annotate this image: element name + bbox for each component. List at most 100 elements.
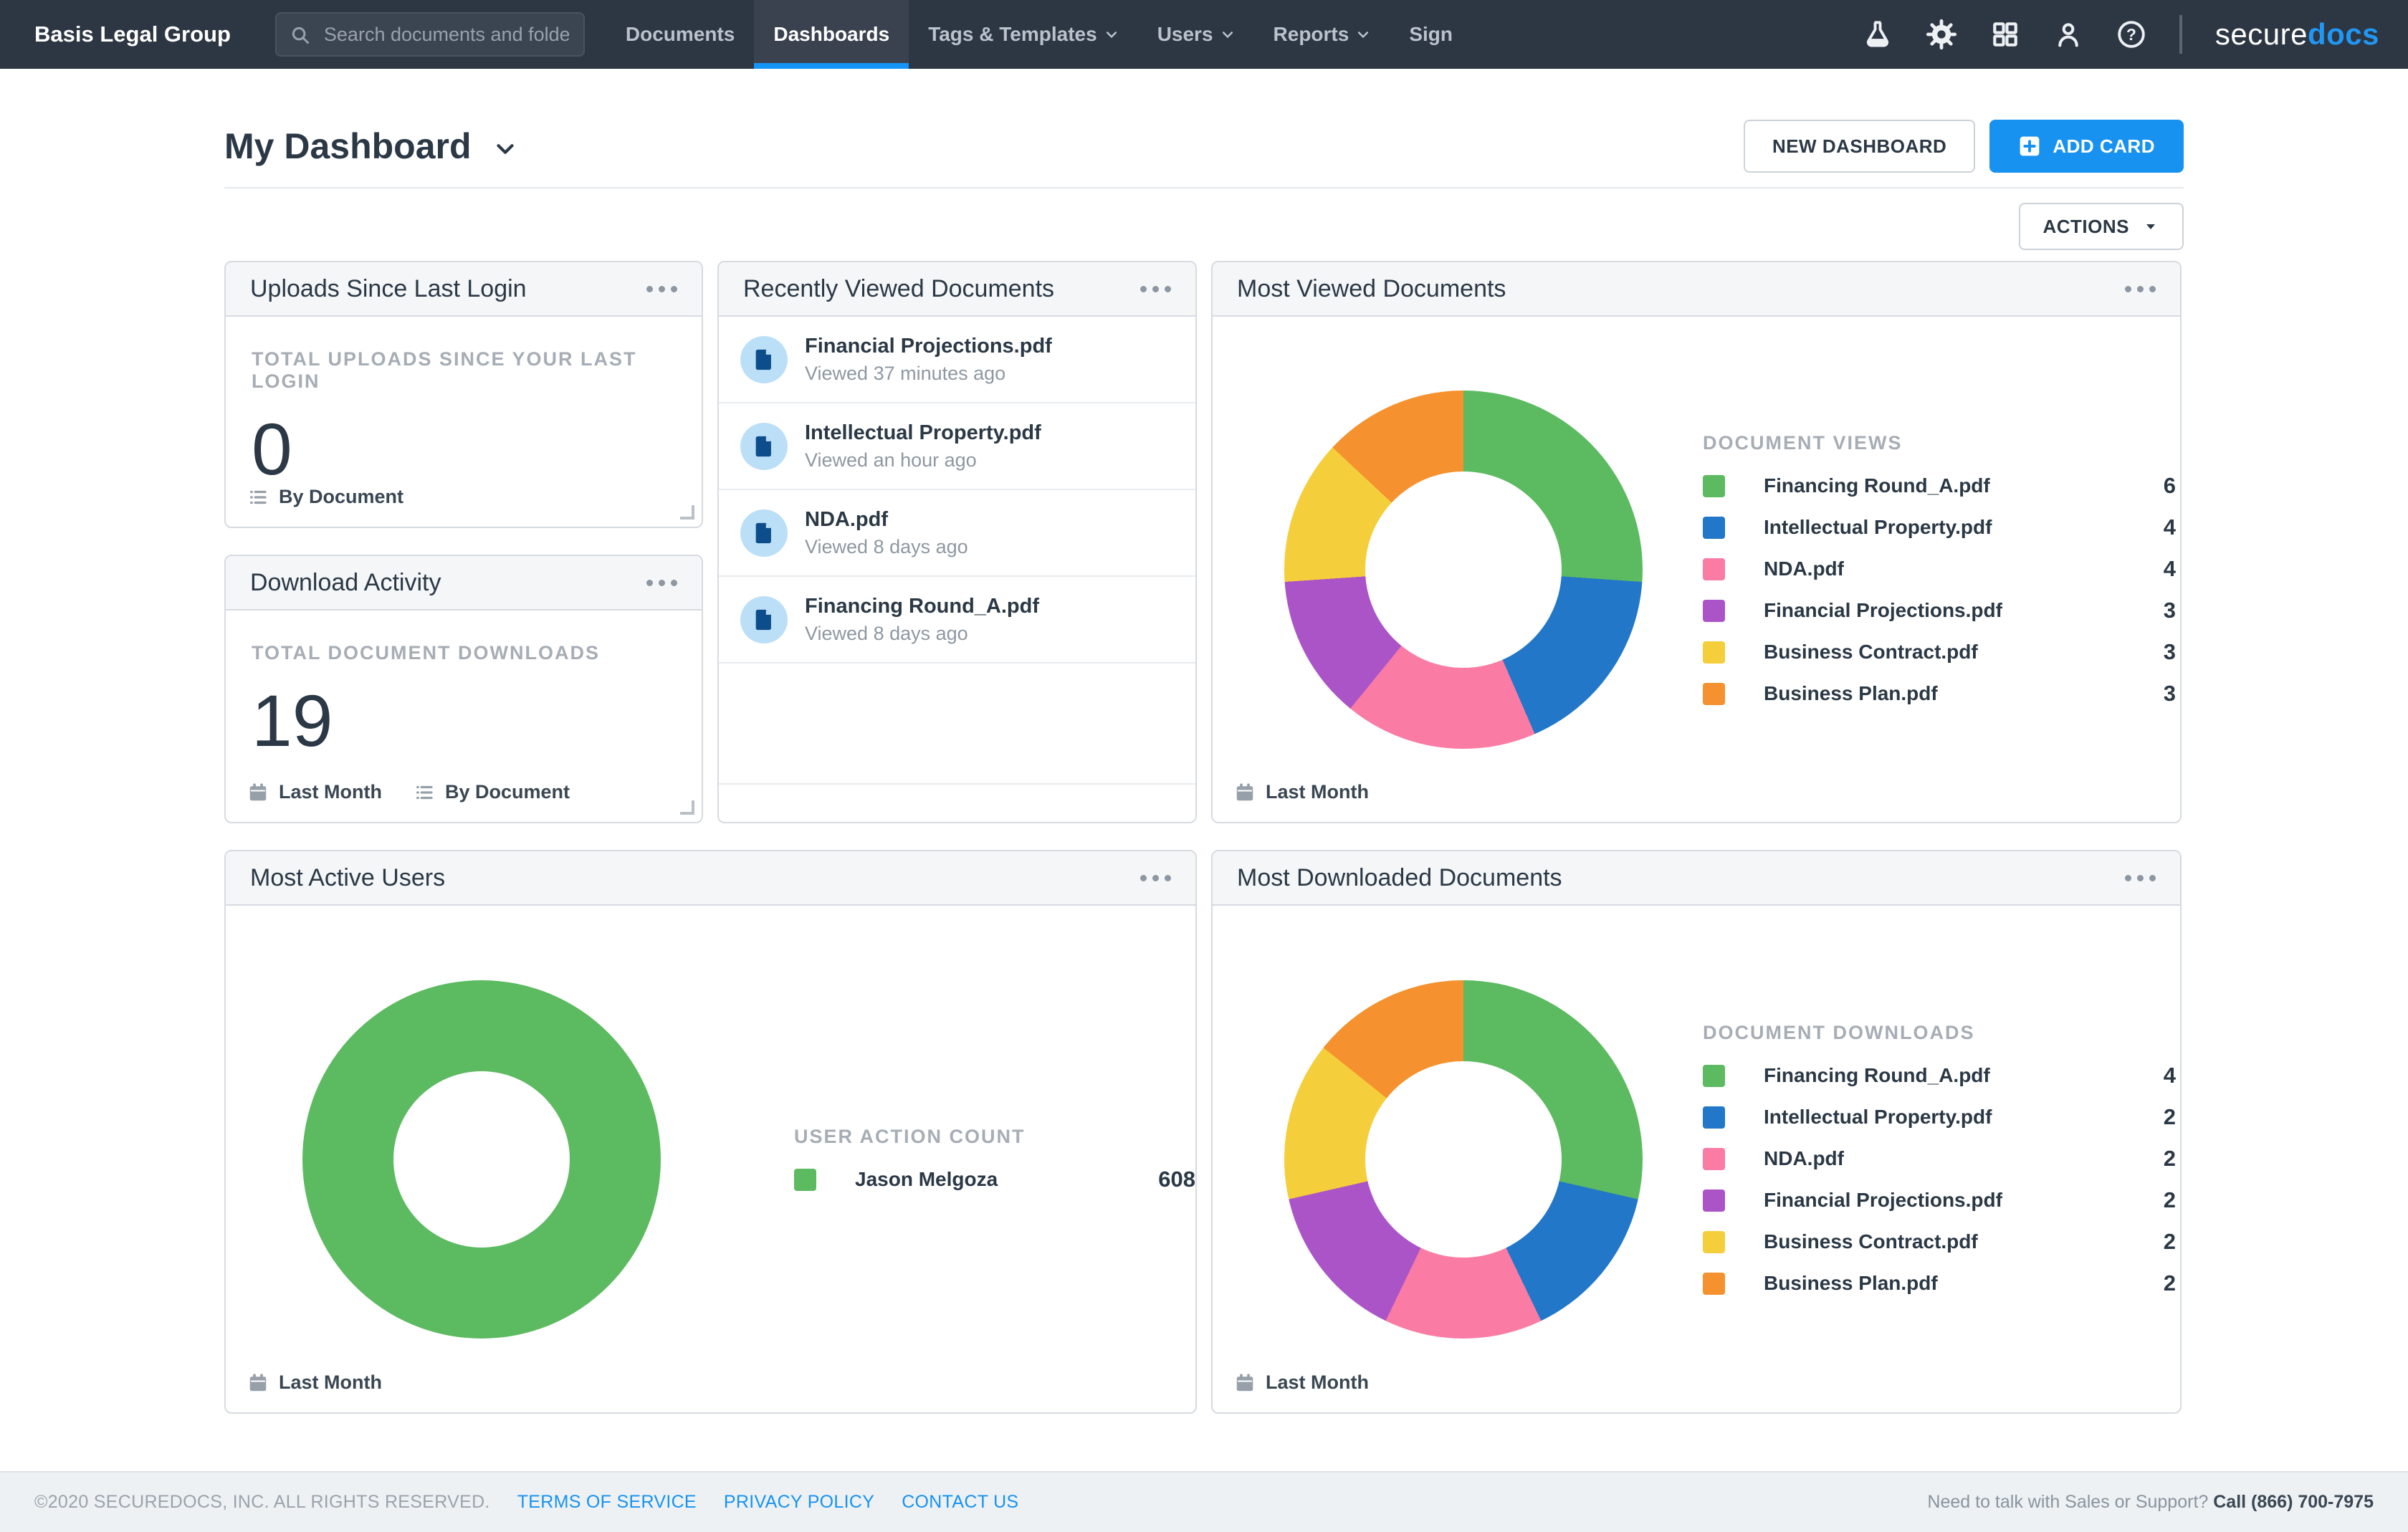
- card-most-viewed-documents: Most Viewed Documents DOCUMENT VIEWS Fin…: [1211, 261, 2182, 823]
- add-card-button[interactable]: ADD CARD: [1989, 120, 2184, 173]
- dashboard-header: My Dashboard NEW DASHBOARD ADD CARD: [224, 115, 2184, 177]
- flask-icon[interactable]: [1863, 19, 1893, 49]
- legend-row: Business Plan.pdf3: [1703, 681, 2176, 707]
- legend-row: Business Plan.pdf2: [1703, 1270, 2176, 1296]
- card-resize-handle[interactable]: [680, 505, 694, 520]
- legend-swatch: [1703, 641, 1725, 664]
- user-icon[interactable]: [2053, 19, 2083, 49]
- search-icon: [290, 24, 311, 46]
- recent-document-row[interactable]: Intellectual Property.pdfViewed an hour …: [719, 403, 1195, 490]
- document-name: Financial Projections.pdf: [805, 335, 1052, 358]
- card-title: Most Active Users: [250, 864, 445, 892]
- help-icon[interactable]: ?: [2116, 19, 2146, 49]
- chevron-down-icon: [1104, 27, 1119, 42]
- plus-square-icon: [2018, 135, 2041, 158]
- last-month-filter[interactable]: Last Month: [247, 1371, 382, 1394]
- document-name: Financing Round_A.pdf: [805, 595, 1039, 618]
- main-content: My Dashboard NEW DASHBOARD ADD CARD ACTI…: [0, 69, 2408, 1414]
- card-resize-handle[interactable]: [680, 800, 694, 815]
- privacy-policy-link[interactable]: PRIVACY POLICY: [724, 1492, 874, 1513]
- nav-item-users[interactable]: Users: [1138, 0, 1254, 69]
- search-input[interactable]: [275, 12, 585, 57]
- legend-swatch: [1703, 1273, 1725, 1295]
- card-menu-ellipsis[interactable]: [2125, 280, 2156, 298]
- copyright-text: ©2020 SECUREDOCS, INC. ALL RIGHTS RESERV…: [34, 1492, 490, 1513]
- card-menu-ellipsis[interactable]: [2125, 869, 2156, 887]
- recent-document-row[interactable]: Financing Round_A.pdf Viewed 8 days ago: [719, 577, 1195, 664]
- legend-row: Intellectual Property.pdf4: [1703, 514, 2176, 540]
- recent-document-row[interactable]: NDA.pdf Viewed 8 days ago: [719, 490, 1195, 577]
- legend-row: Intellectual Property.pdf2: [1703, 1104, 2176, 1130]
- account-name: Basis Legal Group: [34, 21, 231, 47]
- svg-text:?: ?: [2126, 25, 2136, 44]
- legend-swatch: [1703, 1231, 1725, 1253]
- card-title: Recently Viewed Documents: [743, 275, 1054, 303]
- card-title: Most Viewed Documents: [1237, 275, 1506, 303]
- legend-swatch: [794, 1169, 816, 1191]
- viewed-time: Viewed 8 days ago: [805, 536, 968, 558]
- recent-document-row[interactable]: Financial Projections.pdf Viewed 37 minut…: [719, 317, 1195, 403]
- card-menu-ellipsis[interactable]: [646, 280, 677, 298]
- calendar-icon: [1234, 1372, 1256, 1394]
- nav-utilities: ? securedocs: [1863, 0, 2408, 69]
- calendar-icon: [247, 1372, 269, 1394]
- legend-swatch: [1703, 475, 1725, 497]
- legend-row: Financing Round_A.pdf4: [1703, 1063, 2176, 1088]
- by-document-filter[interactable]: By Document: [247, 486, 403, 508]
- gear-icon[interactable]: [1926, 19, 1957, 50]
- nav-menu: Documents Dashboards Tags & Templates Us…: [606, 0, 1472, 69]
- viewed-time: Viewed 8 days ago: [805, 623, 1039, 645]
- support-text: Need to talk with Sales or Support? Call…: [1927, 1492, 2374, 1513]
- kpi-label: TOTAL DOCUMENT DOWNLOADS: [252, 642, 676, 664]
- nav-item-documents[interactable]: Documents: [606, 0, 754, 69]
- contact-us-link[interactable]: CONTACT US: [902, 1492, 1018, 1513]
- legend-swatch: [1703, 1065, 1725, 1087]
- document-name: NDA.pdf: [805, 508, 968, 532]
- calendar-icon: [247, 782, 269, 803]
- nav-divider: [2179, 15, 2182, 54]
- legend-row: NDA.pdf2: [1703, 1146, 2176, 1172]
- legend-row: Financial Projections.pdf2: [1703, 1187, 2176, 1213]
- cards-grid: Uploads Since Last Login TOTAL UPLOADS S…: [224, 261, 2184, 1414]
- search-box[interactable]: [275, 12, 585, 57]
- last-month-filter[interactable]: Last Month: [1234, 1371, 1369, 1394]
- nav-item-tags-templates[interactable]: Tags & Templates: [909, 0, 1137, 69]
- actions-row: ACTIONS: [224, 203, 2184, 250]
- kpi-value: 0: [252, 413, 676, 486]
- document-views-donut-chart: [1284, 391, 1643, 749]
- legend-row: Jason Melgoza608: [794, 1167, 1195, 1192]
- new-dashboard-button[interactable]: NEW DASHBOARD: [1744, 120, 1975, 173]
- nav-item-reports[interactable]: Reports: [1254, 0, 1390, 69]
- list-icon: [247, 487, 269, 508]
- document-icon: [740, 596, 788, 643]
- viewed-time: Viewed an hour ago: [805, 449, 1041, 471]
- dashboard-select-chevron-icon[interactable]: [492, 135, 519, 163]
- document-icon: [740, 509, 788, 557]
- by-document-filter[interactable]: By Document: [414, 781, 570, 803]
- card-menu-ellipsis[interactable]: [1140, 280, 1171, 298]
- nav-item-sign[interactable]: Sign: [1390, 0, 1472, 69]
- chevron-down-icon: [1220, 27, 1235, 42]
- card-menu-ellipsis[interactable]: [646, 574, 677, 592]
- chevron-down-icon: [1356, 27, 1370, 42]
- card-menu-ellipsis[interactable]: [1140, 869, 1171, 887]
- terms-of-service-link[interactable]: TERMS OF SERVICE: [517, 1492, 697, 1513]
- legend-row: Financing Round_A.pdf6: [1703, 473, 2176, 499]
- legend-swatch: [1703, 600, 1725, 622]
- document-icon: [740, 423, 788, 470]
- document-icon: [740, 336, 788, 383]
- last-month-filter[interactable]: Last Month: [247, 781, 382, 803]
- legend-row: Business Contract.pdf3: [1703, 639, 2176, 665]
- legend-swatch: [1703, 683, 1725, 705]
- calendar-icon: [1234, 782, 1256, 803]
- card-uploads-since-last-login: Uploads Since Last Login TOTAL UPLOADS S…: [224, 261, 703, 528]
- actions-button[interactable]: ACTIONS: [2019, 203, 2184, 250]
- grid-apps-icon[interactable]: [1990, 19, 2020, 49]
- legend-swatch: [1703, 517, 1725, 539]
- last-month-filter[interactable]: Last Month: [1234, 781, 1369, 803]
- viewed-time: Viewed 37 minutes ago: [805, 363, 1052, 385]
- list-icon: [414, 782, 435, 803]
- nav-item-dashboards[interactable]: Dashboards: [754, 0, 909, 69]
- card-download-activity: Download Activity TOTAL DOCUMENT DOWNLOA…: [224, 555, 703, 823]
- user-action-legend: USER ACTION COUNT Jason Melgoza608: [794, 1126, 1195, 1192]
